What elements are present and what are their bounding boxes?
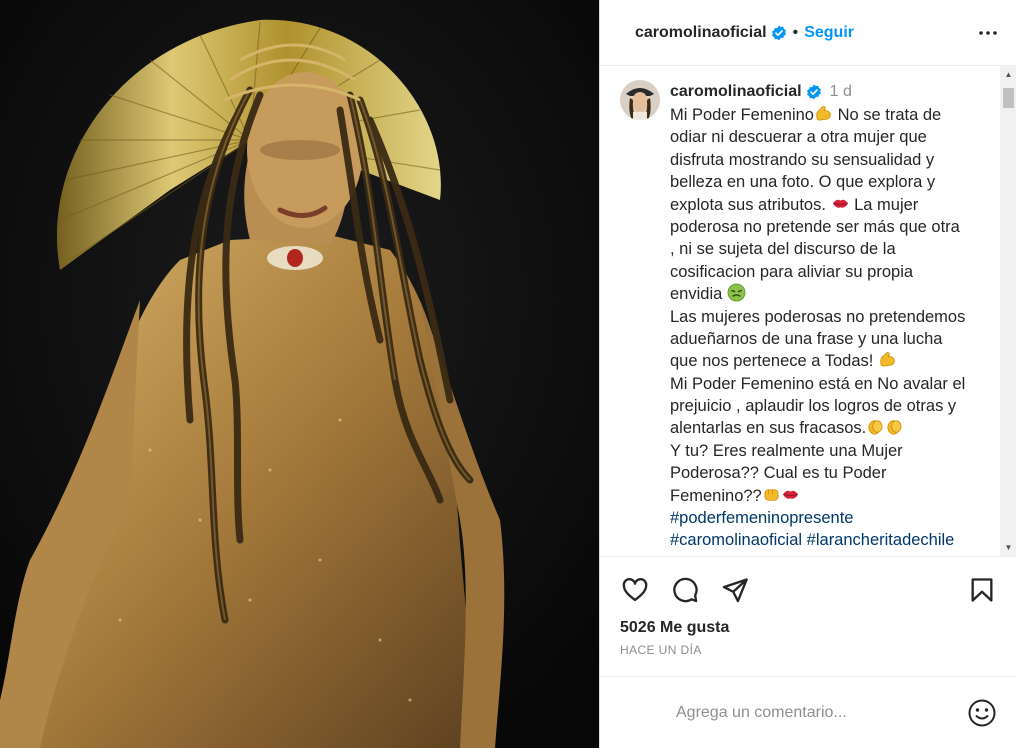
- comments-area[interactable]: caromolinaoficial 1 d Mi Poder Femenino …: [600, 66, 1016, 556]
- avatar[interactable]: [620, 80, 660, 120]
- flexed-biceps-emoji: [814, 104, 833, 123]
- post-timestamp[interactable]: HACE UN DÍA: [620, 643, 702, 657]
- caption-line: adueñarnos de una frase y una lucha: [670, 329, 943, 348]
- caption-line: #poderfemeninopresente: [670, 507, 985, 529]
- oncoming-fist-emoji: [762, 485, 781, 504]
- caption-line: Mi Poder Femenino está en No avalar el: [670, 374, 966, 393]
- smiley-icon[interactable]: [967, 698, 997, 728]
- caption-line: Mi Poder Femenino No se trata de: [670, 104, 942, 124]
- follow-button[interactable]: Seguir: [804, 24, 854, 42]
- header-username[interactable]: caromolinaoficial: [635, 24, 767, 42]
- comments-scrollbar[interactable]: ▲ ▼: [1000, 66, 1016, 556]
- caption-line: que nos pertenece a Todas!: [670, 350, 985, 372]
- caption-line: , ni se sujeta del discurso de la: [670, 240, 896, 259]
- kiss-mark-emoji: [831, 194, 850, 213]
- caption-line: Y tu? Eres realmente una Mujer: [670, 441, 903, 460]
- caption-line: #caromolinaoficial #larancheritadechile: [670, 529, 985, 551]
- caption-line: explota sus atributos. La mujer: [670, 194, 919, 214]
- nauseated-face-emoji: [727, 283, 746, 302]
- heart-icon[interactable]: [620, 575, 650, 605]
- hashtag-link[interactable]: #caromolinaoficial: [670, 531, 802, 549]
- kiss-mark-emoji: [781, 485, 800, 504]
- verified-badge-icon: [806, 84, 822, 100]
- separator-dot: •: [792, 23, 799, 41]
- scroll-up-arrow-icon[interactable]: ▲: [1000, 66, 1016, 83]
- caption-line: disfruta mostrando su sensualidad y: [670, 150, 935, 169]
- caption-line: cosificacion para aliviar su propia: [670, 262, 914, 281]
- caption-line: Femenino??: [670, 485, 985, 507]
- caption-line: Poderosa?? Cual es tu Poder: [670, 464, 887, 483]
- post-photo[interactable]: [0, 0, 599, 748]
- caption-line: prejuicio , aplaudir los logros de otras…: [670, 397, 957, 416]
- clapping-hands-emoji: [885, 417, 904, 436]
- caption-line: belleza en una foto. O que explora y: [670, 173, 936, 192]
- post-time[interactable]: 1 d: [830, 81, 852, 103]
- likes-count[interactable]: 5026 Me gusta: [620, 619, 729, 637]
- caption-line: odiar ni descuerar a otra mujer que: [670, 128, 927, 147]
- post-header: caromolinaoficial • Seguir: [600, 0, 1016, 66]
- caption-username[interactable]: caromolinaoficial: [670, 81, 802, 103]
- post-side-panel: caromolinaoficial • Seguir caromolinaofi…: [599, 0, 1016, 748]
- caption: caromolinaoficial 1 d Mi Poder Femenino …: [620, 80, 985, 552]
- hashtag-link[interactable]: #poderfemeninopresente: [670, 509, 853, 527]
- bookmark-icon[interactable]: [967, 575, 997, 605]
- verified-badge-icon: [771, 25, 787, 41]
- caption-line: Las mujeres poderosas no pretendemos: [670, 307, 966, 326]
- comment-form: [600, 676, 1016, 748]
- caption-line: envidia: [670, 283, 985, 305]
- comment-bubble-icon[interactable]: [670, 575, 700, 605]
- caption-line: poderosa no pretende ser más que otra: [670, 217, 960, 236]
- scrollbar-thumb[interactable]: [1003, 88, 1014, 108]
- scroll-down-arrow-icon[interactable]: ▼: [1000, 539, 1016, 556]
- hashtag-link[interactable]: #larancheritadechile: [807, 531, 955, 549]
- caption-line: alentarlas en sus fracasos.: [670, 417, 985, 439]
- clapping-hands-emoji: [866, 417, 885, 436]
- flexed-biceps-emoji: [878, 350, 897, 369]
- more-options-icon[interactable]: [976, 21, 1000, 45]
- comment-input[interactable]: [676, 703, 946, 722]
- paper-plane-icon[interactable]: [720, 575, 750, 605]
- post-image: [0, 0, 599, 748]
